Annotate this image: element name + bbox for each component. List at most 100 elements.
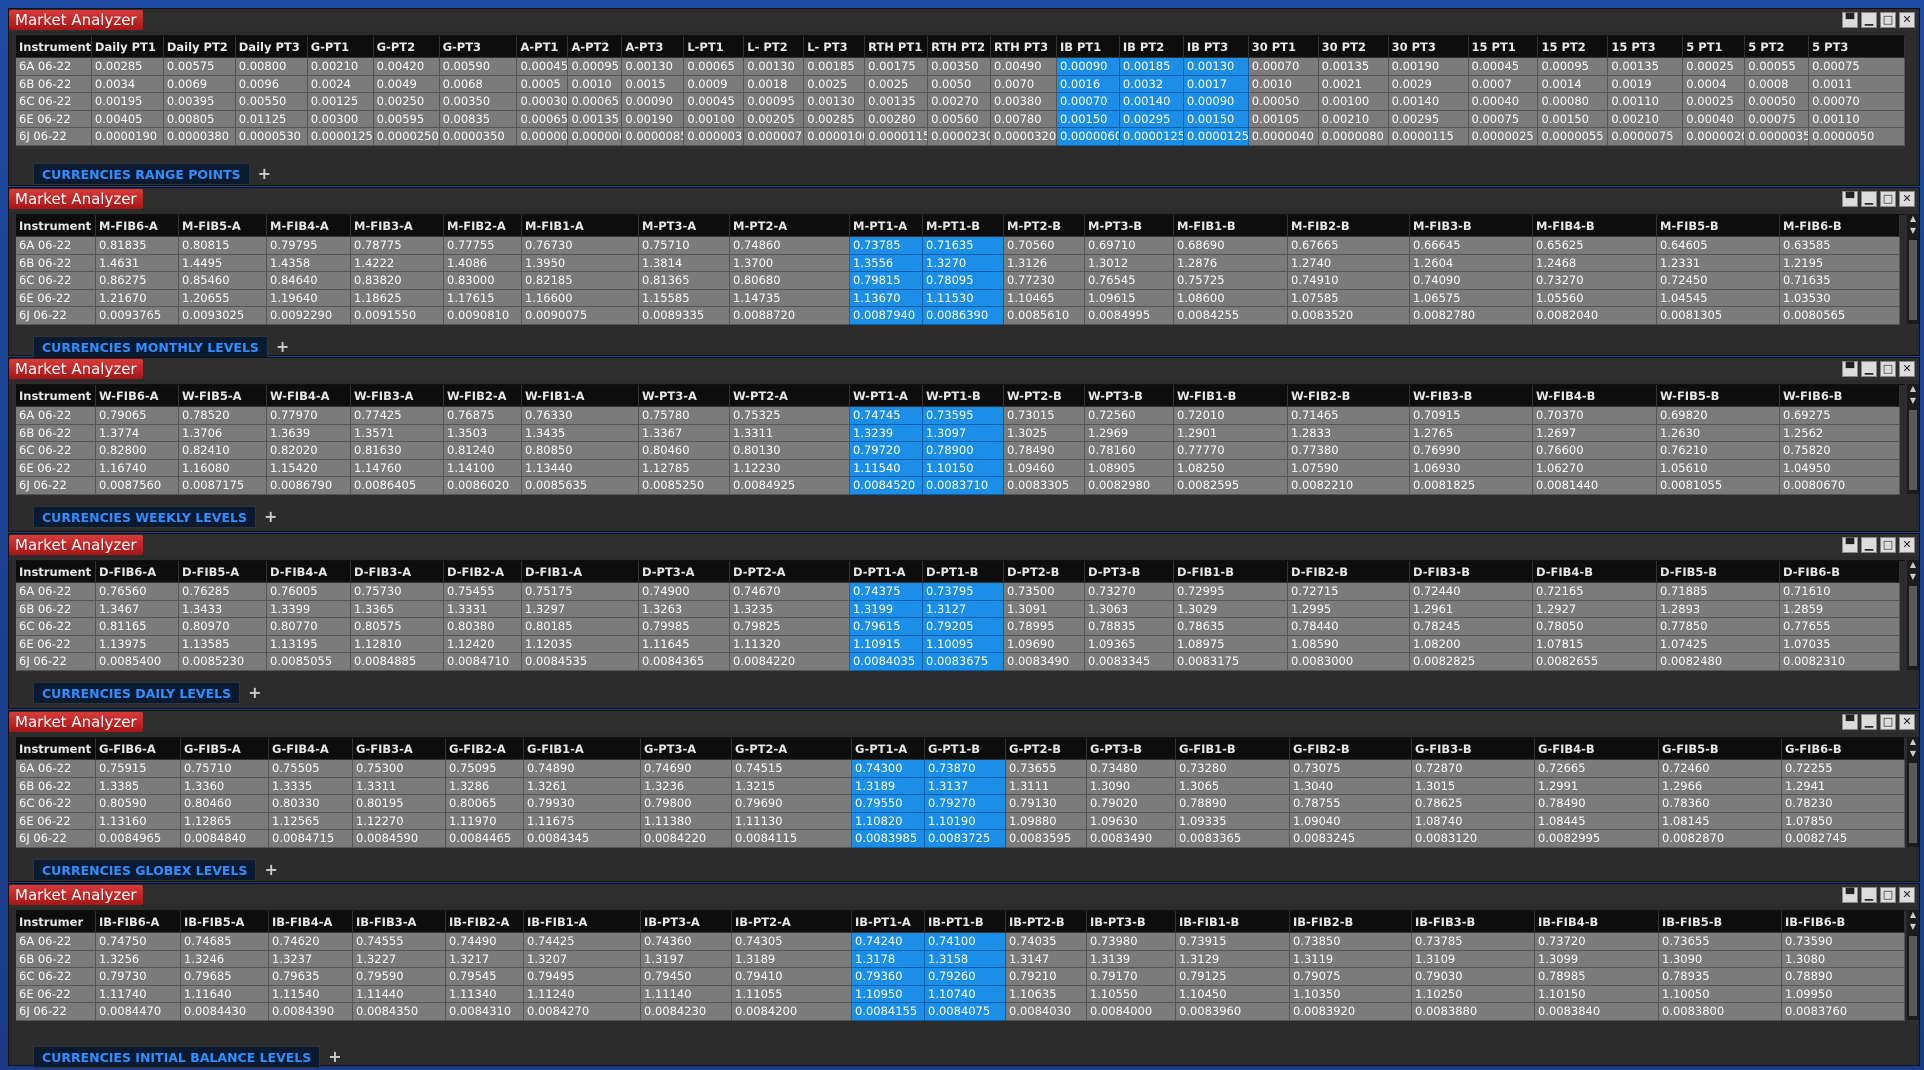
column-header[interactable]: IB-FIB4-A (269, 911, 353, 933)
value-cell[interactable]: 1.10550 (1087, 985, 1176, 1004)
value-cell[interactable]: 0.79020 (1087, 795, 1176, 813)
value-cell[interactable]: 0.74515 (732, 760, 852, 778)
value-cell[interactable]: 0.0083760 (1782, 1003, 1905, 1021)
value-cell[interactable]: 1.3246 (181, 950, 269, 969)
value-cell[interactable]: 1.10635 (1006, 985, 1087, 1004)
value-cell[interactable]: 1.10350 (1290, 985, 1412, 1004)
value-cell[interactable]: 1.3261 (524, 777, 641, 796)
value-cell[interactable]: 0.0084470 (96, 1003, 181, 1021)
value-cell[interactable]: 0.0000070 (744, 128, 805, 146)
value-cell[interactable]: 0.0086020 (444, 477, 522, 495)
value-cell[interactable]: 0.00070 (1809, 93, 1906, 111)
value-cell[interactable]: 0.0091550 (351, 307, 444, 325)
value-cell[interactable]: 1.10190 (925, 812, 1006, 831)
value-cell[interactable]: 0.0086390 (923, 307, 1004, 325)
value-cell[interactable]: 1.12785 (639, 459, 730, 478)
value-cell[interactable]: 0.00490 (991, 58, 1057, 76)
value-cell[interactable]: 0.00075 (1809, 58, 1906, 76)
instrument-cell[interactable]: 6J 06-22 (16, 477, 96, 495)
value-cell[interactable]: 0.0084220 (730, 653, 850, 671)
value-cell[interactable]: 0.0050 (928, 75, 991, 94)
column-header[interactable]: G-PT1-B (925, 738, 1006, 760)
value-cell[interactable]: 1.3286 (446, 777, 524, 796)
column-header[interactable]: D-FIB5-A (179, 561, 267, 583)
value-cell[interactable]: 0.0084995 (1085, 307, 1174, 325)
instrument-row[interactable]: 6J 06-22 0.0087560 0.0087175 0.0086790 0.008… (16, 477, 1905, 495)
value-cell[interactable]: 0.78050 (1533, 618, 1657, 636)
value-cell[interactable]: 0.69820 (1657, 407, 1780, 425)
value-cell[interactable]: 1.11540 (269, 985, 353, 1004)
value-cell[interactable]: 0.79795 (267, 237, 351, 255)
column-header[interactable]: D-FIB6-B (1780, 561, 1900, 583)
value-cell[interactable]: 0.0015 (622, 75, 685, 94)
column-header[interactable]: IB-PT1-A (852, 911, 925, 933)
column-header[interactable]: G-FIB1-B (1176, 738, 1290, 760)
value-cell[interactable]: 0.0083710 (923, 477, 1004, 495)
value-cell[interactable]: 0.81835 (96, 237, 179, 255)
value-cell[interactable]: 0.79495 (524, 968, 641, 986)
value-cell[interactable]: 0.78835 (1085, 618, 1174, 636)
value-cell[interactable]: 0.77970 (267, 407, 351, 425)
value-cell[interactable]: 1.11675 (524, 812, 641, 831)
value-cell[interactable]: 0.76990 (1410, 442, 1533, 460)
value-cell[interactable]: 1.15420 (267, 459, 351, 478)
value-cell[interactable]: 1.2765 (1410, 424, 1533, 443)
value-cell[interactable]: 1.3256 (96, 950, 181, 969)
value-cell[interactable]: 1.2969 (1085, 424, 1174, 443)
instrument-cell[interactable]: 6J 06-22 (16, 830, 96, 848)
value-cell[interactable]: 0.78985 (1535, 968, 1659, 986)
value-cell[interactable]: 0.74900 (639, 583, 730, 601)
value-cell[interactable]: 0.80575 (351, 618, 444, 636)
value-cell[interactable]: 0.0000530 (235, 128, 308, 146)
value-cell[interactable]: 0.80380 (444, 618, 522, 636)
column-header[interactable]: 30 PT3 (1388, 36, 1469, 58)
column-header[interactable]: G-FIB5-B (1659, 738, 1782, 760)
value-cell[interactable]: 0.80330 (269, 795, 353, 813)
column-header[interactable]: D-FIB3-B (1410, 561, 1533, 583)
value-cell[interactable]: 1.08600 (1174, 289, 1288, 308)
value-cell[interactable]: 0.79450 (641, 968, 732, 986)
value-cell[interactable]: 0.0000115 (1388, 128, 1469, 146)
value-cell[interactable]: 0.0000230 (928, 128, 991, 146)
value-cell[interactable]: 0.0082870 (1659, 830, 1782, 848)
value-cell[interactable]: 0.74750 (96, 933, 181, 951)
column-header[interactable]: M-FIB5-A (179, 215, 267, 237)
value-cell[interactable]: 0.78890 (1176, 795, 1290, 813)
value-cell[interactable]: 0.74360 (641, 933, 732, 951)
value-cell[interactable]: 1.09880 (1006, 812, 1087, 831)
column-header[interactable]: RTH PT1 (865, 36, 929, 58)
value-cell[interactable]: 0.79685 (181, 968, 269, 986)
value-cell[interactable]: 0.0083345 (1085, 653, 1174, 671)
value-cell[interactable]: 0.00405 (91, 110, 164, 129)
minimize-button[interactable]: ▁ (1861, 887, 1877, 903)
column-header[interactable]: Instrument (16, 385, 96, 407)
value-cell[interactable]: 0.73500 (1004, 583, 1085, 601)
value-cell[interactable]: 0.72165 (1533, 583, 1657, 601)
value-cell[interactable]: 1.07850 (1782, 812, 1905, 831)
value-cell[interactable]: 0.0082995 (1535, 830, 1659, 848)
value-cell[interactable]: 0.79615 (850, 618, 923, 636)
maximize-button[interactable]: □ (1880, 714, 1896, 730)
minimize-button[interactable]: ▁ (1861, 12, 1877, 28)
column-header[interactable]: W-FIB6-B (1780, 385, 1900, 407)
value-cell[interactable]: 0.78490 (1535, 795, 1659, 813)
column-header[interactable]: 15 PT3 (1608, 36, 1684, 58)
value-cell[interactable]: 0.74035 (1006, 933, 1087, 951)
scroll-down-icon[interactable]: ▼ (1908, 396, 1918, 406)
instrument-cell[interactable]: 6E 06-22 (16, 985, 96, 1004)
value-cell[interactable]: 0.0080670 (1780, 477, 1900, 495)
data-grid[interactable]: Instrument G-FIB6-A G-FIB5-A G-FIB4-A G-FIB3… (16, 737, 1905, 848)
value-cell[interactable]: 1.11530 (923, 289, 1004, 308)
value-cell[interactable]: 1.2331 (1657, 254, 1780, 273)
value-cell[interactable]: 0.0000075 (1608, 128, 1684, 146)
value-cell[interactable]: 0.00595 (373, 110, 440, 129)
value-cell[interactable]: 0.0083880 (1412, 1003, 1535, 1021)
value-cell[interactable]: 0.0087940 (850, 307, 923, 325)
column-header[interactable]: W-FIB3-A (351, 385, 444, 407)
column-header[interactable]: G-PT3-A (641, 738, 732, 760)
tab-1[interactable]: CURRENCIES RANGE POINTS (33, 163, 250, 185)
value-cell[interactable]: 0.74670 (730, 583, 850, 601)
value-cell[interactable]: 0.76600 (1533, 442, 1657, 460)
scroll-down-icon[interactable]: ▼ (1908, 572, 1918, 582)
column-header[interactable]: M-PT3-A (639, 215, 730, 237)
